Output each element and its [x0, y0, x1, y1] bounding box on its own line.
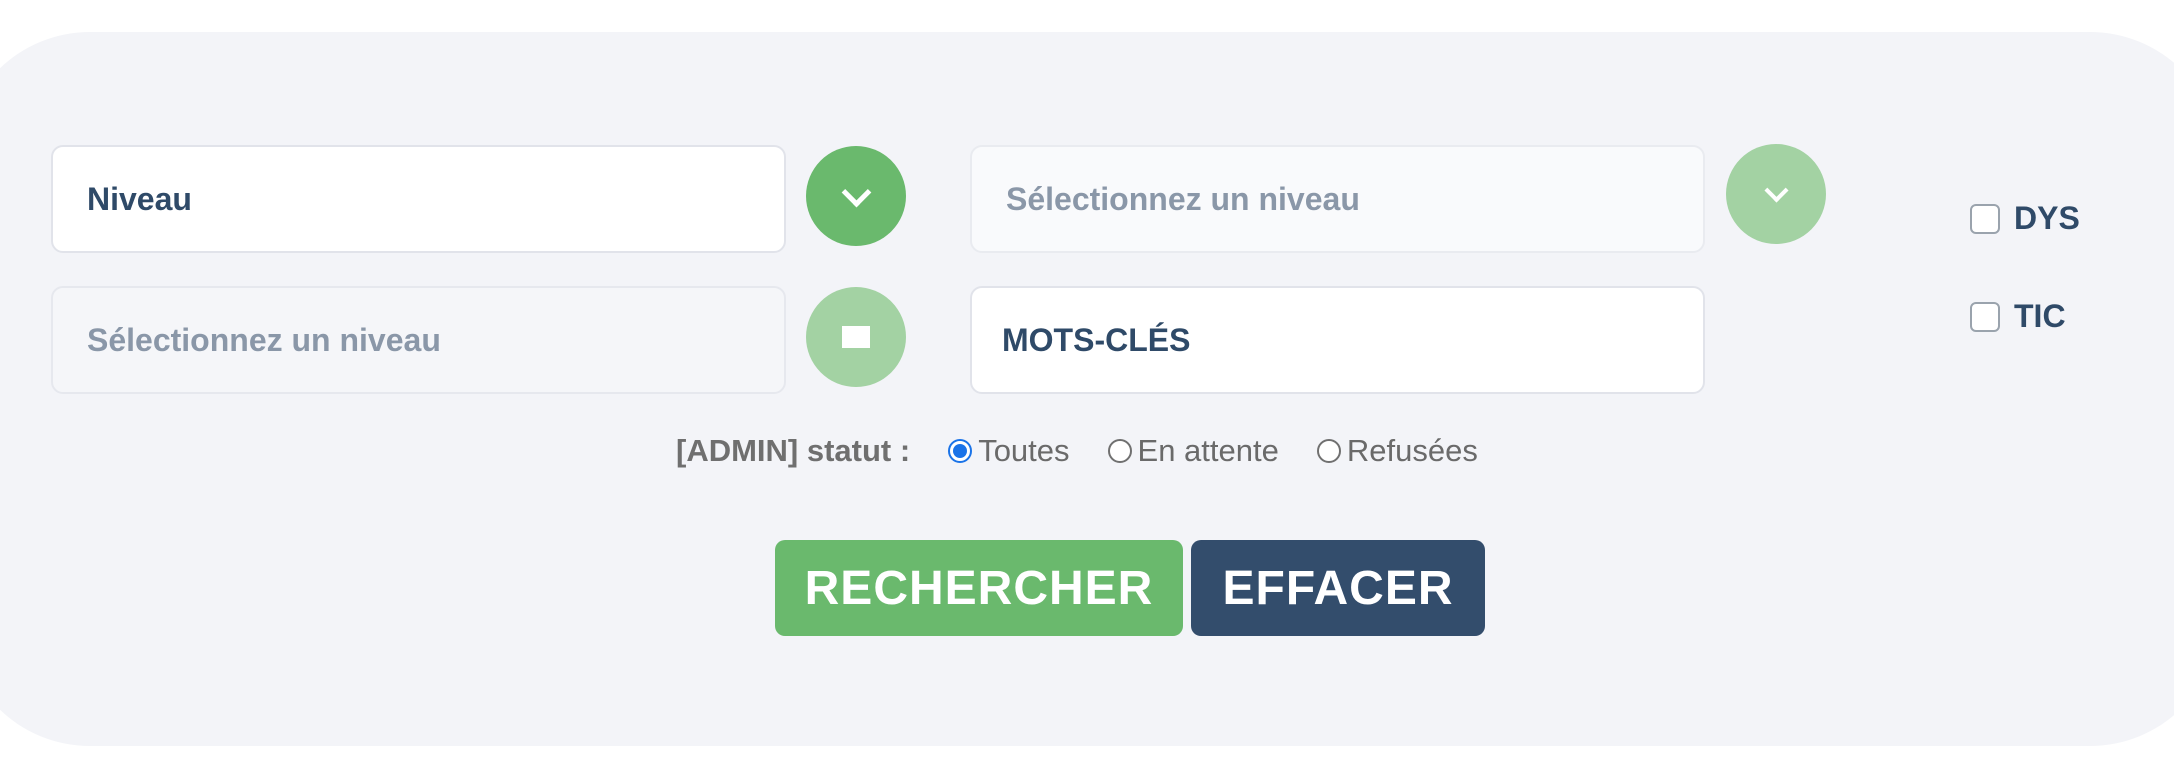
tic-checkbox-row[interactable]: TIC	[1970, 298, 2066, 335]
niveau-field[interactable]: Niveau	[51, 145, 786, 253]
radio-en-attente[interactable]	[1107, 439, 1132, 463]
status-option-en-attente[interactable]: En attente	[1107, 433, 1279, 469]
admin-status-label: [ADMIN] statut :	[676, 433, 911, 468]
admin-status-row: [ADMIN] statut : Toutes En attente Refus…	[676, 428, 1516, 474]
keywords-field-value: MOTS-CLÉS	[1002, 321, 1191, 358]
clear-button[interactable]: EFFACER	[1191, 540, 1485, 636]
niveau-select-top-placeholder: Sélectionnez un niveau	[1006, 180, 1360, 217]
niveau-select-bottom[interactable]: Sélectionnez un niveau	[51, 286, 786, 394]
tic-label: TIC	[2014, 298, 2066, 334]
niveau-select-top[interactable]: Sélectionnez un niveau	[970, 145, 1705, 253]
niveau-select-top-dropdown-button[interactable]	[1726, 144, 1826, 244]
niveau-select-bottom-placeholder: Sélectionnez un niveau	[87, 321, 441, 358]
dys-label: DYS	[2014, 200, 2080, 236]
radio-toutes[interactable]	[948, 439, 973, 463]
status-option-toutes[interactable]: Toutes	[948, 433, 1070, 469]
status-option-en-attente-label: En attente	[1137, 433, 1279, 468]
niveau-dropdown-button[interactable]	[806, 146, 906, 246]
niveau-field-value: Niveau	[87, 180, 192, 217]
chevron-down-icon	[1763, 177, 1789, 203]
chevron-down-icon	[841, 177, 871, 207]
search-button[interactable]: RECHERCHER	[775, 540, 1183, 636]
dys-checkbox[interactable]	[1970, 203, 2000, 234]
radio-refusees[interactable]	[1316, 439, 1341, 463]
niveau-select-bottom-button[interactable]	[806, 287, 906, 387]
tic-checkbox[interactable]	[1970, 301, 2000, 332]
status-option-toutes-label: Toutes	[978, 433, 1070, 468]
status-option-refusees-label: Refusées	[1346, 433, 1478, 468]
keywords-field[interactable]: MOTS-CLÉS	[970, 286, 1705, 394]
dys-checkbox-row[interactable]: DYS	[1970, 200, 2080, 237]
square-icon	[842, 326, 870, 348]
status-option-refusees[interactable]: Refusées	[1316, 433, 1478, 469]
